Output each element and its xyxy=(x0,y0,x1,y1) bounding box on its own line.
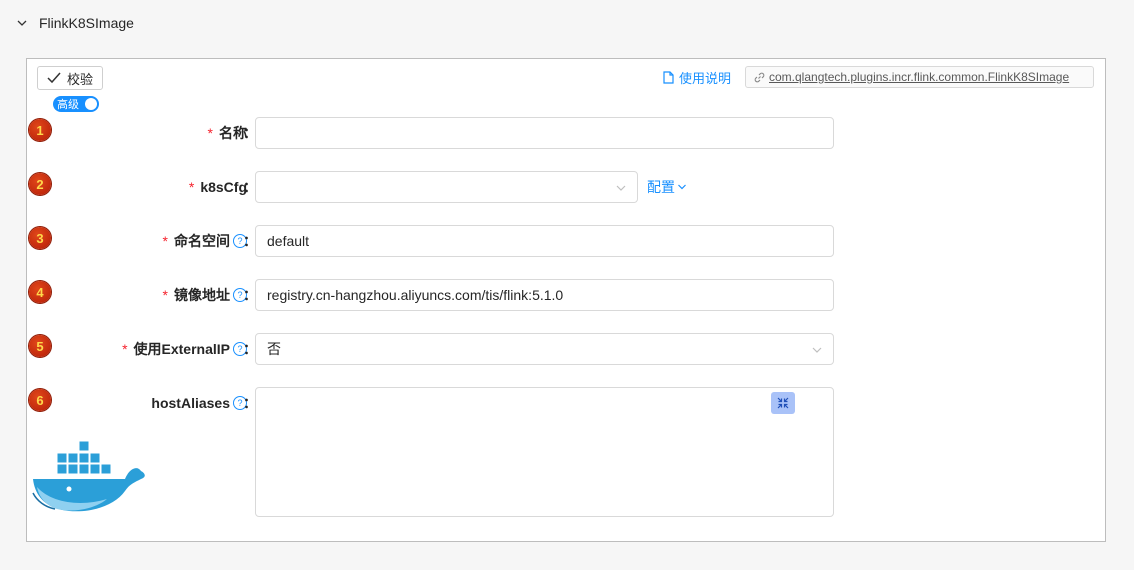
field-label-name: * 名称 xyxy=(208,122,247,144)
verify-button[interactable]: 校验 xyxy=(37,66,104,90)
check-icon xyxy=(47,72,61,84)
image-address-input[interactable]: registry.cn-hangzhou.aliyuncs.com/tis/fl… xyxy=(255,279,834,311)
required-marker: * xyxy=(188,179,195,195)
field-label-text: k8sCfg xyxy=(200,179,247,195)
doc-link-label: 使用说明 xyxy=(679,70,732,86)
chevron-down-icon[interactable] xyxy=(16,17,28,29)
expand-editor-button[interactable] xyxy=(771,392,795,414)
link-icon xyxy=(754,72,765,82)
required-marker: * xyxy=(122,341,128,357)
config-link-label: 配置 xyxy=(647,179,675,195)
verify-button-label: 校验 xyxy=(67,71,94,87)
namespace-input-value: default xyxy=(267,233,310,249)
field-label-k8scfg: * k8sCfg xyxy=(189,176,247,198)
required-marker: * xyxy=(162,233,168,249)
docker-whale-logo xyxy=(32,440,145,512)
chevron-down-icon xyxy=(812,347,822,353)
field-label-image-address: * 镜像地址 ? xyxy=(163,284,247,306)
k8scfg-select[interactable] xyxy=(255,171,638,203)
section-header[interactable]: FlinkK8SImage xyxy=(16,12,134,34)
step-badge-3: 3 xyxy=(29,227,51,249)
plugin-class-text: com.qlangtech.plugins.incr.flink.common.… xyxy=(769,70,1070,84)
document-icon xyxy=(663,70,674,84)
field-label-text: hostAliases xyxy=(151,395,230,411)
name-input[interactable] xyxy=(255,117,834,149)
plugin-panel: 校验 高级 使用说明 com.qlangtech.plugins.incr.fl… xyxy=(26,58,1106,542)
field-label-text: 命名空间 xyxy=(174,233,230,249)
plugin-class-link[interactable]: com.qlangtech.plugins.incr.flink.common.… xyxy=(745,66,1094,88)
field-label-host-aliases: hostAliases ? xyxy=(151,392,247,414)
doc-link[interactable]: 使用说明 xyxy=(663,67,731,87)
external-ip-select[interactable]: 否 xyxy=(255,333,834,365)
advanced-toggle-label: 高级 xyxy=(57,99,79,111)
step-badge-1: 1 xyxy=(29,119,51,141)
advanced-toggle[interactable]: 高级 xyxy=(53,96,99,112)
required-marker: * xyxy=(207,125,213,141)
chevron-down-icon xyxy=(678,184,686,190)
field-label-text: 镜像地址 xyxy=(174,287,230,303)
config-dropdown-link[interactable]: 配置 xyxy=(647,176,687,198)
compress-arrows-icon xyxy=(777,397,789,409)
external-ip-select-value: 否 xyxy=(267,341,281,357)
step-badge-2: 2 xyxy=(29,173,51,195)
toggle-knob xyxy=(85,98,97,110)
required-marker: * xyxy=(162,287,168,303)
chevron-down-icon xyxy=(616,185,626,191)
field-label-external-ip: * 使用ExternalIP ? xyxy=(122,338,247,360)
step-badge-4: 4 xyxy=(29,281,51,303)
step-badge-6: 6 xyxy=(29,389,51,411)
namespace-input[interactable]: default xyxy=(255,225,834,257)
image-address-input-value: registry.cn-hangzhou.aliyuncs.com/tis/fl… xyxy=(267,287,564,303)
step-badge-5: 5 xyxy=(29,335,51,357)
field-label-namespace: * 命名空间 ? xyxy=(163,230,247,252)
section-title: FlinkK8SImage xyxy=(39,15,134,31)
host-aliases-textarea[interactable] xyxy=(255,387,834,517)
field-label-text: 使用ExternalIP xyxy=(133,341,230,357)
